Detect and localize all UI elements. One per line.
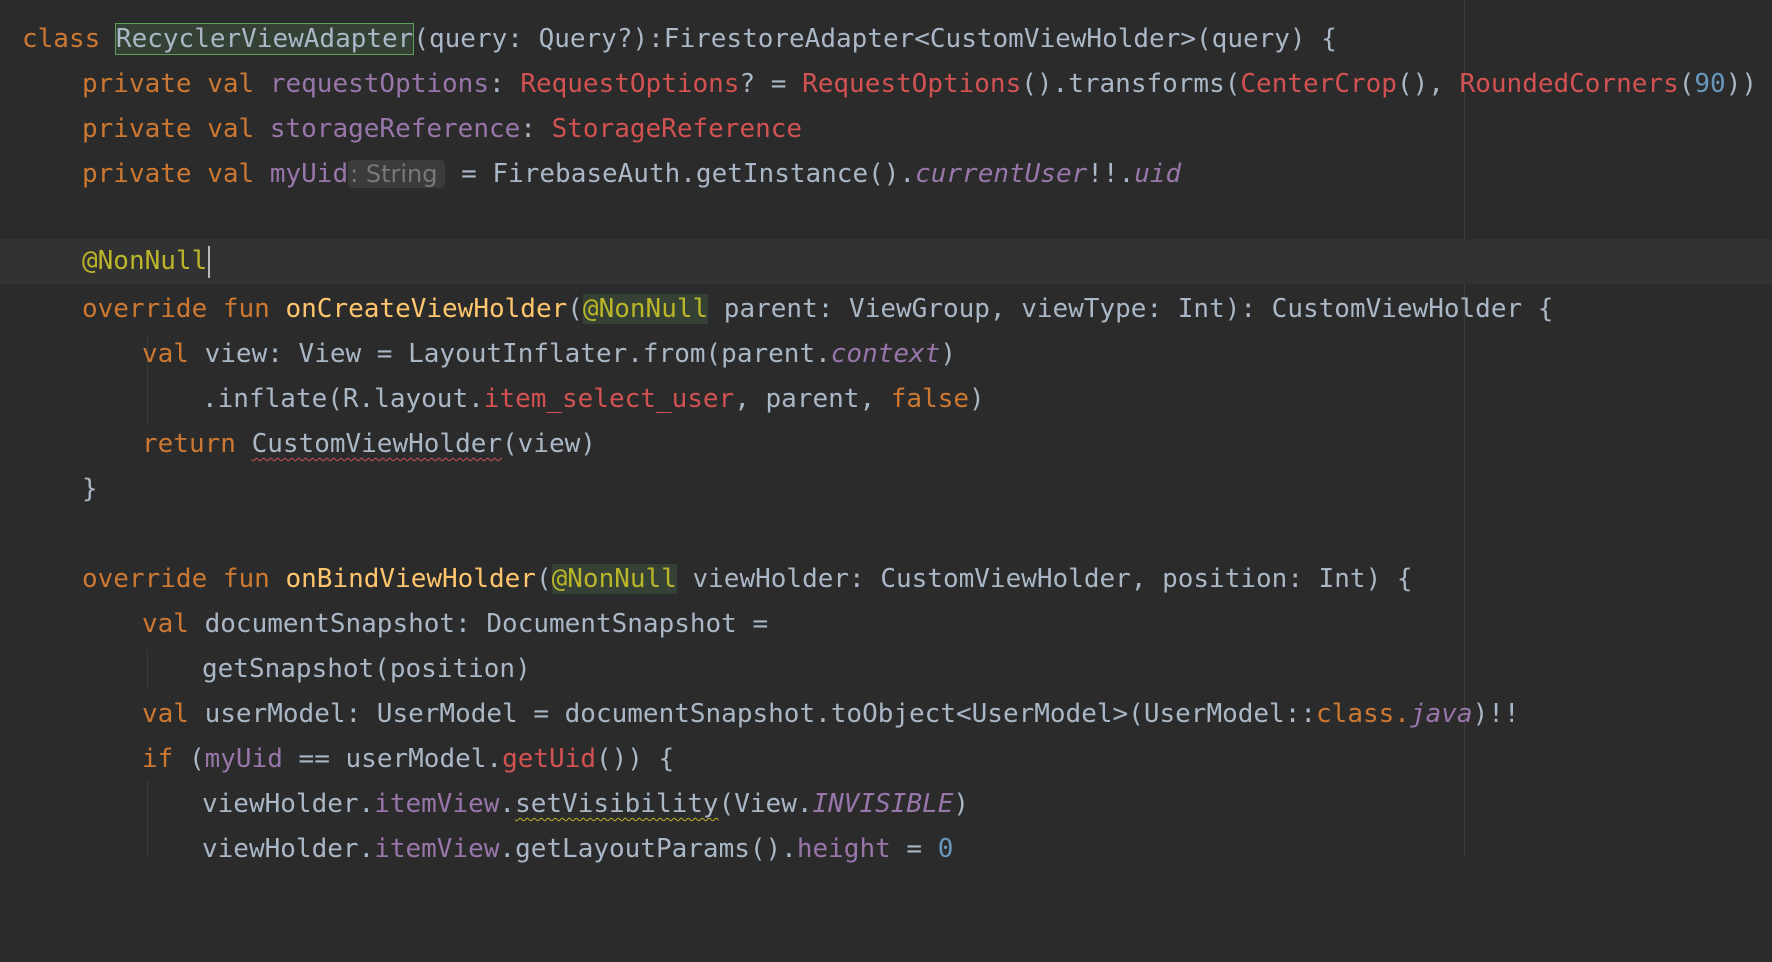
property-name: storageReference bbox=[269, 114, 521, 144]
class-signature: (query: Query?):FirestoreAdapter<CustomV… bbox=[413, 24, 1337, 54]
code-line-16[interactable]: val userModel: UserModel = documentSnaps… bbox=[0, 692, 1772, 737]
type-inlay-hint: : String bbox=[348, 160, 446, 188]
statement: .inflate(R.layout. bbox=[202, 384, 484, 414]
dot: . bbox=[1394, 699, 1410, 729]
code-line-13[interactable]: override fun onBindViewHolder(@NonNull v… bbox=[0, 557, 1772, 602]
keyword-class: class bbox=[1316, 699, 1395, 729]
class-name-highlighted[interactable]: RecyclerViewAdapter bbox=[114, 23, 415, 55]
annotation: @NonNull bbox=[82, 246, 208, 276]
receiver: viewHolder. bbox=[202, 789, 375, 819]
constant: INVISIBLE bbox=[812, 789, 954, 819]
statement: view: View = LayoutInflater.from(parent. bbox=[204, 339, 831, 369]
code-line-15[interactable]: getSnapshot(position) bbox=[0, 647, 1772, 692]
property-name: height bbox=[796, 834, 891, 864]
keyword-class: class bbox=[22, 24, 116, 54]
paren-open: ( bbox=[535, 564, 552, 594]
parameters: parent: ViewGroup, viewType: Int): Custo… bbox=[708, 294, 1554, 324]
code-line-9[interactable]: .inflate(R.layout.item_select_user, pare… bbox=[0, 377, 1772, 422]
property-name: myUid bbox=[269, 159, 349, 189]
keyword-private-val: private val bbox=[82, 159, 270, 189]
keyword-false: false bbox=[890, 384, 970, 414]
comma-text: (), bbox=[1396, 69, 1460, 99]
code-line-3[interactable]: private val storageReference: StorageRef… bbox=[0, 107, 1772, 152]
paren-close: )) bbox=[1725, 69, 1758, 99]
condition-tail: ()) { bbox=[595, 744, 675, 774]
assign: = bbox=[890, 834, 938, 864]
keyword-val: val bbox=[142, 699, 205, 729]
parameters: viewHolder: CustomViewHolder, position: … bbox=[676, 564, 1413, 594]
code-editor[interactable]: class RecyclerViewAdapter(query: Query?)… bbox=[0, 0, 1772, 864]
function-name: onCreateViewHolder bbox=[285, 294, 568, 324]
call-chain: .getLayoutParams(). bbox=[499, 834, 797, 864]
property-name: myUid bbox=[204, 744, 283, 774]
keyword-private-val: private val bbox=[82, 114, 270, 144]
statement: userModel: UserModel = documentSnapshot.… bbox=[204, 699, 1317, 729]
paren-close: ) bbox=[969, 384, 985, 414]
arguments: (View. bbox=[718, 789, 813, 819]
keyword-override-fun: override fun bbox=[82, 564, 286, 594]
centercrop-unresolved: CenterCrop bbox=[1240, 69, 1397, 99]
property-name: itemView bbox=[374, 789, 500, 819]
arguments: (view) bbox=[502, 429, 596, 459]
closing-brace: } bbox=[82, 474, 98, 504]
ctor-unresolved: RequestOptions bbox=[802, 69, 1022, 99]
code-line-11[interactable]: } bbox=[0, 467, 1772, 512]
function-name: onBindViewHolder bbox=[285, 564, 536, 594]
code-line-14[interactable]: val documentSnapshot: DocumentSnapshot = bbox=[0, 602, 1772, 647]
resource-unresolved: item_select_user bbox=[483, 384, 735, 414]
roundedcorners-unresolved: RoundedCorners bbox=[1459, 69, 1679, 99]
keyword-if: if bbox=[142, 744, 189, 774]
annotation: @NonNull bbox=[551, 564, 677, 594]
code-line-1[interactable]: class RecyclerViewAdapter(query: Query?)… bbox=[0, 17, 1772, 62]
paren-open: ( bbox=[188, 744, 205, 774]
code-line-8[interactable]: val view: View = LayoutInflater.from(par… bbox=[0, 332, 1772, 377]
dot: . bbox=[499, 789, 516, 819]
paren-open: ( bbox=[567, 294, 583, 324]
keyword-override-fun: override fun bbox=[82, 294, 286, 324]
bang-tail: )!! bbox=[1472, 699, 1520, 729]
code-line-2[interactable]: private val requestOptions: RequestOptio… bbox=[0, 62, 1772, 107]
code-line-18[interactable]: viewHolder.itemView.setVisibility(View.I… bbox=[0, 782, 1772, 827]
code-line-10[interactable]: return CustomViewHolder(view) bbox=[0, 422, 1772, 467]
arguments: , parent, bbox=[734, 384, 891, 414]
synthetic-property: context bbox=[830, 339, 941, 369]
statement: getSnapshot(position) bbox=[202, 654, 531, 684]
annotation: @NonNull bbox=[582, 294, 709, 324]
property-name: requestOptions bbox=[269, 69, 489, 99]
synthetic-property: uid bbox=[1134, 159, 1182, 189]
type-unresolved: StorageReference bbox=[551, 114, 803, 144]
keyword-val: val bbox=[142, 609, 205, 639]
code-line-17[interactable]: if (myUid == userModel.getUid()) { bbox=[0, 737, 1772, 782]
code-line-19[interactable]: viewHolder.itemView.getLayoutParams().he… bbox=[0, 827, 1772, 872]
receiver: viewHolder. bbox=[202, 834, 375, 864]
colon: : bbox=[489, 69, 521, 99]
error-underlined-call[interactable]: CustomViewHolder bbox=[252, 429, 502, 459]
paren-close: ) bbox=[940, 339, 956, 369]
text-caret bbox=[208, 245, 211, 278]
bang-operator: !!. bbox=[1087, 159, 1135, 189]
initializer: = FirebaseAuth.getInstance(). bbox=[445, 159, 916, 189]
keyword-private-val: private val bbox=[82, 69, 270, 99]
paren-open: ( bbox=[1678, 69, 1695, 99]
keyword-return: return bbox=[142, 429, 252, 459]
code-line-4[interactable]: private val myUid: String = FirebaseAuth… bbox=[0, 152, 1772, 197]
number-literal: 90 bbox=[1694, 69, 1726, 99]
method-unresolved: getUid bbox=[502, 744, 596, 774]
warning-underlined-call[interactable]: setVisibility bbox=[515, 789, 719, 819]
call-text: ().transforms( bbox=[1021, 69, 1241, 99]
paren-close: ) bbox=[953, 789, 970, 819]
synthetic-property: java bbox=[1409, 699, 1473, 729]
type-unresolved: RequestOptions bbox=[520, 69, 740, 99]
synthetic-property: currentUser bbox=[915, 159, 1088, 189]
keyword-val: val bbox=[142, 339, 205, 369]
number-literal: 0 bbox=[937, 834, 954, 864]
code-line-6-current[interactable]: @NonNull bbox=[0, 239, 1772, 284]
assign: ? = bbox=[739, 69, 803, 99]
statement: documentSnapshot: DocumentSnapshot = bbox=[204, 609, 769, 639]
colon: : bbox=[520, 114, 552, 144]
comparison: == userModel. bbox=[282, 744, 503, 774]
code-line-7[interactable]: override fun onCreateViewHolder(@NonNull… bbox=[0, 287, 1772, 332]
property-name: itemView bbox=[374, 834, 500, 864]
